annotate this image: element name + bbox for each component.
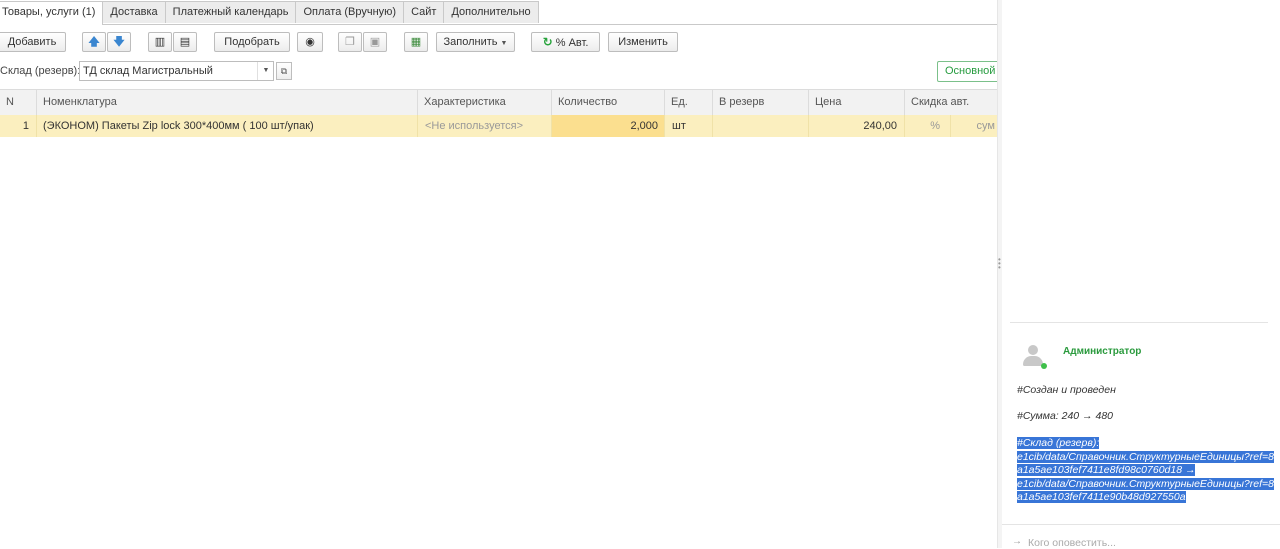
- table-row[interactable]: 1 (ЭКОНОМ) Пакеты Zip lock 300*400мм ( 1…: [0, 115, 997, 137]
- barcode-search-icon: ▤: [179, 36, 191, 48]
- arrow-right-icon: →: [1012, 536, 1022, 547]
- open-icon: ⧉: [280, 66, 288, 76]
- selected-line: a1a5ae103fef7411e8fd98c0760d18 →: [1017, 464, 1196, 476]
- table-header: N Номенклатура Характеристика Количество…: [0, 89, 997, 116]
- barcode-search-button[interactable]: ▤: [173, 32, 197, 52]
- tab-bar: Товары, услуги (1) Доставка Платежный ка…: [0, 1, 539, 25]
- tabs-divider: [0, 24, 997, 25]
- copy-button[interactable]: ❐: [338, 32, 362, 52]
- tab-site[interactable]: Сайт: [403, 1, 445, 23]
- column-n[interactable]: N: [0, 90, 37, 115]
- barcode-button[interactable]: ▥: [148, 32, 172, 52]
- selected-history-text: #Склад (резерв): e1cib/data/Справочник.С…: [1017, 437, 1275, 505]
- cell-item[interactable]: (ЭКОНОМ) Пакеты Zip lock 300*400мм ( 100…: [37, 115, 418, 137]
- chevron-down-icon: ▼: [500, 40, 508, 47]
- selected-line: a1a5ae103fef7411e90b48d927550a: [1017, 491, 1186, 503]
- change-button[interactable]: Изменить: [608, 32, 678, 52]
- table-icon: ▦: [410, 36, 422, 48]
- cell-discount-percent[interactable]: %: [905, 115, 951, 137]
- column-characteristic[interactable]: Характеристика: [418, 90, 552, 115]
- view-button[interactable]: ◉: [297, 32, 323, 52]
- tab-delivery[interactable]: Доставка: [102, 1, 166, 23]
- column-item[interactable]: Номенклатура: [37, 90, 418, 115]
- percent-auto-label: % Авт.: [555, 37, 589, 49]
- document-form: Товары, услуги (1) Доставка Платежный ка…: [0, 0, 997, 548]
- user-icon: [1028, 345, 1038, 355]
- warehouse-label: Склад (резерв):: [0, 65, 81, 77]
- notify-input[interactable]: Кого оповестить...: [1028, 537, 1116, 549]
- add-button[interactable]: Добавить: [0, 32, 66, 52]
- cell-reserve[interactable]: [713, 115, 809, 137]
- tab-additional[interactable]: Дополнительно: [443, 1, 539, 23]
- cell-discount-sum[interactable]: сум: [951, 115, 997, 137]
- splitter-handle-icon[interactable]: • • •: [998, 256, 1001, 272]
- history-message: #Создан и проведен: [1017, 384, 1116, 396]
- arrow-up-icon: 🡅: [88, 36, 100, 48]
- eye-icon: ◉: [305, 36, 315, 48]
- fill-label: Заполнить: [443, 36, 498, 48]
- table-settings-button[interactable]: ▦: [404, 32, 428, 52]
- copy-icon: ❐: [345, 36, 355, 48]
- chevron-down-icon: ▼: [262, 67, 270, 74]
- move-up-button[interactable]: 🡅: [82, 32, 106, 52]
- history-divider: [1010, 322, 1268, 323]
- barcode-icon: ▥: [154, 36, 166, 48]
- cell-price[interactable]: 240,00: [809, 115, 905, 137]
- cell-unit[interactable]: шт: [665, 115, 713, 137]
- cell-n: 1: [0, 115, 37, 137]
- warehouse-input[interactable]: ТД склад Магистральный: [79, 61, 274, 81]
- history-message: #Сумма: 240 → 480: [1017, 410, 1113, 422]
- percent-auto-button[interactable]: ↻ % Авт.: [531, 32, 600, 52]
- selected-line: #Склад (резерв):: [1017, 437, 1100, 449]
- online-status-icon: [1041, 363, 1047, 369]
- message-author[interactable]: Администратор: [1063, 346, 1141, 357]
- cell-characteristic[interactable]: <Не используется>: [418, 115, 552, 137]
- fill-button[interactable]: Заполнить ▼: [436, 32, 515, 52]
- column-quantity[interactable]: Количество: [552, 90, 665, 115]
- column-reserve[interactable]: В резерв: [713, 90, 809, 115]
- tab-payment-calendar[interactable]: Платежный календарь: [164, 1, 297, 23]
- column-price[interactable]: Цена: [809, 90, 905, 115]
- cell-quantity[interactable]: 2,000: [552, 115, 665, 137]
- move-down-button[interactable]: 🡇: [107, 32, 131, 52]
- paste-button[interactable]: ▣: [363, 32, 387, 52]
- warehouse-open-button[interactable]: ⧉: [276, 62, 292, 80]
- paste-icon: ▣: [369, 36, 381, 48]
- tab-goods-services[interactable]: Товары, услуги (1): [0, 1, 104, 25]
- tab-payment-manual[interactable]: Оплата (Вручную): [295, 1, 405, 23]
- pick-button[interactable]: Подобрать: [214, 32, 290, 52]
- avatar: [1020, 342, 1047, 370]
- main-warehouse-button[interactable]: Основной: [937, 61, 997, 82]
- refresh-icon: ↻: [542, 35, 553, 49]
- selected-line: e1cib/data/Справочник.СтруктурныеЕдиницы…: [1017, 477, 1274, 490]
- column-auto-discount[interactable]: Скидка авт.: [905, 90, 997, 115]
- selected-line: e1cib/data/Справочник.СтруктурныеЕдиницы…: [1017, 450, 1274, 463]
- column-unit[interactable]: Ед.: [665, 90, 713, 115]
- arrow-down-icon: 🡇: [113, 36, 125, 48]
- warehouse-dropdown-button[interactable]: ▼: [257, 62, 274, 80]
